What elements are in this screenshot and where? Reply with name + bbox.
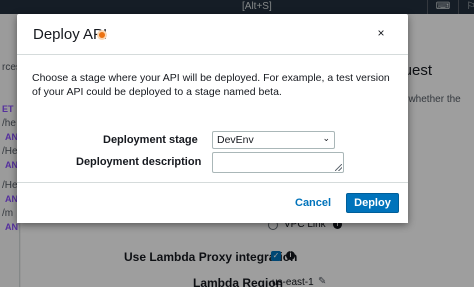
deploy-button[interactable]: Deploy: [346, 193, 399, 213]
chevron-down-icon: ⌄: [322, 133, 330, 143]
deployment-stage-select[interactable]: DevEnv ⌄: [212, 131, 335, 149]
deployment-stage-value: DevEnv: [217, 134, 254, 146]
deployment-description-textarea[interactable]: [212, 152, 344, 173]
resize-handle-icon[interactable]: [335, 164, 342, 171]
deploy-api-dialog: Deploy API × Choose a stage where your A…: [17, 14, 408, 223]
deployment-stage-label: Deployment stage: [103, 134, 198, 146]
deployment-description-label: Deployment description: [76, 156, 202, 168]
close-icon[interactable]: ×: [375, 26, 387, 40]
dialog-body: Choose a stage where your API will be de…: [17, 56, 408, 181]
cancel-button[interactable]: Cancel: [295, 194, 331, 212]
status-dot-icon: [97, 30, 107, 40]
dialog-header: Deploy API ×: [17, 14, 408, 55]
dialog-footer: Cancel Deploy: [17, 182, 408, 223]
dialog-description: Choose a stage where your API will be de…: [32, 72, 390, 98]
